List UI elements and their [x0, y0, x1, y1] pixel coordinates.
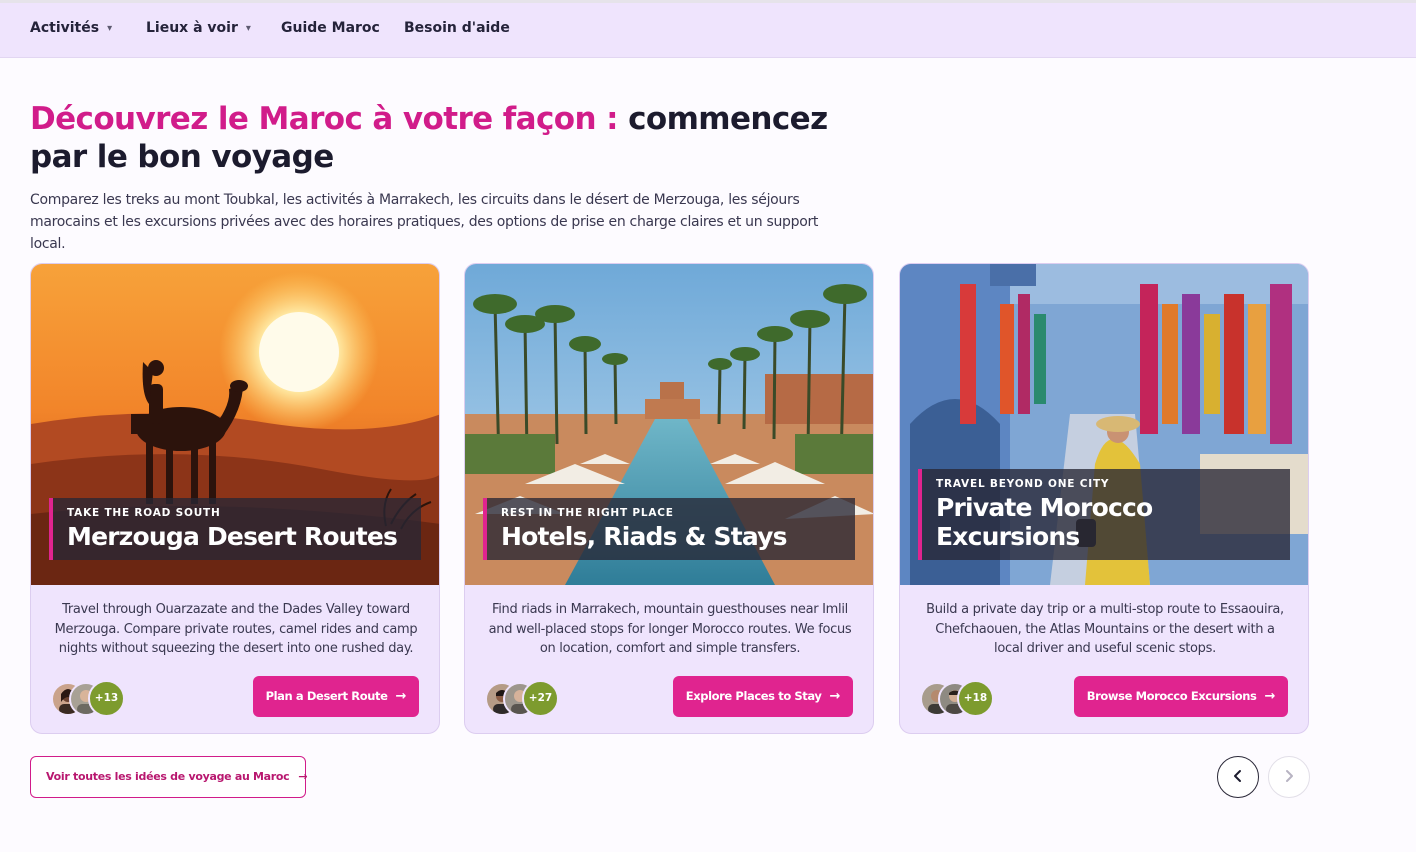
nav-guide-label: Guide Maroc — [281, 20, 380, 36]
cta-label: Explore Places to Stay — [685, 689, 822, 703]
cta-label: Browse Morocco Excursions — [1086, 689, 1257, 703]
nav-lieux[interactable]: Lieux à voir ▾ — [146, 3, 251, 58]
arrow-right-icon: → — [829, 689, 841, 704]
see-all-label: Voir toutes les idées de voyage au Maroc — [46, 770, 290, 783]
see-all-ideas-button[interactable]: Voir toutes les idées de voyage au Maroc… — [30, 756, 308, 798]
card-private-excursions[interactable]: Travel beyond one city Private Morocco E… — [899, 263, 1309, 734]
card-kicker: Rest in the right place — [501, 507, 674, 519]
chevron-left-icon — [1234, 770, 1241, 782]
chevron-down-icon: ▾ — [107, 23, 113, 34]
arrow-right-icon: → — [1264, 689, 1276, 704]
page-subtitle: Comparez les treks au mont Toubkal, les … — [30, 192, 819, 252]
plan-desert-route-button[interactable]: Plan a Desert Route → — [252, 676, 419, 717]
card-title: Merzouga Desert Routes — [67, 522, 398, 551]
card-description: Find riads in Marrakech, mountain guesth… — [488, 602, 852, 656]
card-label: Take the road south Merzouga Desert Rout… — [49, 498, 421, 560]
card-title: Hotels, Riads & Stays — [501, 522, 788, 551]
carousel-prev-button[interactable] — [1217, 756, 1259, 798]
card-title: Private Morocco Excursions — [936, 493, 1153, 551]
explore-places-button[interactable]: Explore Places to Stay → — [672, 676, 853, 717]
nav-activites-label: Activités — [30, 20, 100, 36]
chevron-right-icon — [1286, 770, 1293, 782]
avatar-group: +13 — [51, 680, 131, 718]
nav-aide-label: Besoin d'aide — [404, 20, 510, 36]
arrow-right-icon: → — [395, 689, 407, 704]
chevron-down-icon: ▾ — [245, 23, 251, 34]
card-kicker: Travel beyond one city — [936, 478, 1110, 490]
card-label: Rest in the right place Hotels, Riads & … — [483, 498, 855, 560]
card-description: Build a private day trip or a multi-stop… — [926, 602, 1284, 656]
card-hotels-riads[interactable]: Rest in the right place Hotels, Riads & … — [464, 263, 874, 734]
cta-label: Plan a Desert Route — [265, 689, 388, 703]
nav-guide-maroc[interactable]: Guide Maroc — [281, 3, 380, 58]
card-description: Travel through Ouarzazate and the Dades … — [54, 602, 418, 656]
avatar-count: +18 — [957, 680, 994, 717]
arrow-right-icon: → — [298, 770, 308, 783]
card-kicker: Take the road south — [67, 507, 221, 519]
card-desert-routes[interactable]: Take the road south Merzouga Desert Rout… — [30, 263, 440, 734]
nav-activites[interactable]: Activités ▾ — [30, 3, 112, 58]
page-title: Découvrez le Maroc à votre façon : comme… — [30, 100, 850, 176]
nav-besoin-aide[interactable]: Besoin d'aide — [404, 3, 510, 58]
avatar-group: +18 — [920, 680, 1000, 718]
title-accent: Découvrez le Maroc à votre façon : — [30, 101, 619, 137]
avatar-group: +27 — [485, 680, 565, 718]
avatar-count: +13 — [88, 680, 125, 717]
browse-excursions-button[interactable]: Browse Morocco Excursions → — [1073, 676, 1288, 717]
carousel-next-button[interactable] — [1268, 756, 1310, 798]
avatar-count: +27 — [522, 680, 559, 717]
card-label: Travel beyond one city Private Morocco E… — [918, 469, 1290, 560]
main-navbar: Activités ▾ Lieux à voir ▾ Guide Maroc Bes… — [0, 3, 1416, 58]
nav-lieux-label: Lieux à voir — [146, 20, 238, 36]
